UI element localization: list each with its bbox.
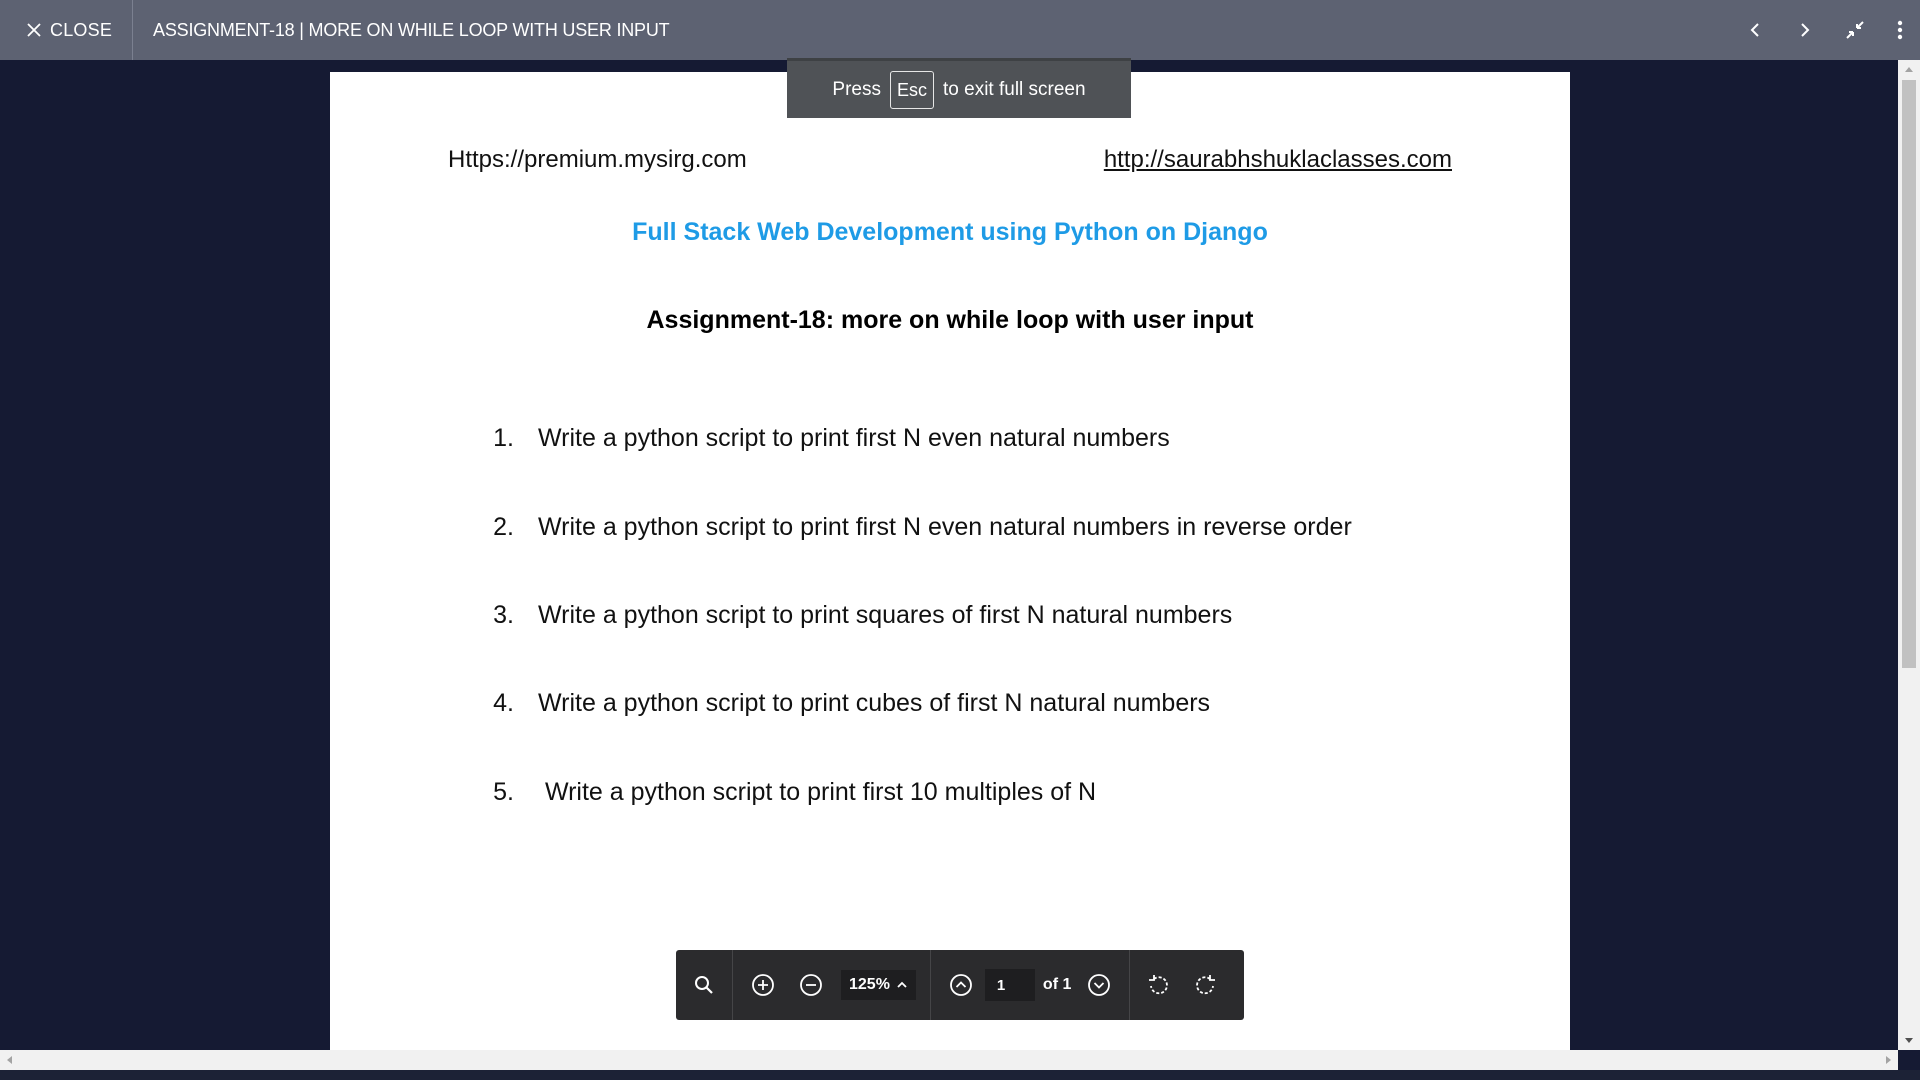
rotate-left-button[interactable]	[1134, 950, 1182, 1020]
chevron-right-icon	[1801, 23, 1810, 37]
close-button[interactable]: CLOSE	[0, 0, 134, 60]
course-title: Full Stack Web Development using Python …	[632, 218, 1268, 246]
task-item: 1. Write a python script to print first …	[470, 424, 1170, 453]
vertical-scrollbar[interactable]	[1898, 60, 1920, 1050]
chevron-left-icon	[1750, 23, 1759, 37]
task-item: 3. Write a python script to print square…	[470, 601, 1232, 630]
scroll-up-arrow[interactable]	[1905, 67, 1913, 72]
url-left: Https://premium.mysirg.com	[448, 146, 747, 173]
chevron-down-circle-icon	[1088, 974, 1111, 996]
task-number: 3.	[493, 601, 514, 629]
scroll-left-arrow[interactable]	[7, 1056, 12, 1064]
zoom-out-icon	[800, 974, 822, 996]
next-button[interactable]	[1780, 0, 1830, 60]
assignment-title: Assignment-18: more on while loop with u…	[646, 306, 1254, 334]
prev-button[interactable]	[1730, 0, 1780, 60]
vertical-scroll-thumb[interactable]	[1902, 80, 1916, 668]
fullscreen-toast: Press Esc to exit full screen	[787, 58, 1131, 118]
more-vertical-icon	[1897, 20, 1903, 40]
rotate-right-icon	[1196, 975, 1216, 995]
task-text: Write a python script to print first N e…	[538, 424, 1170, 452]
task-number: 5.	[493, 778, 514, 806]
toast-suffix-text: to exit full screen	[943, 78, 1086, 100]
toast-press-text: Press	[832, 78, 881, 100]
page-title: ASSIGNMENT-18 | MORE ON WHILE LOOP WITH …	[153, 19, 670, 40]
zoom-value: 125%	[849, 976, 890, 993]
task-item: 5. Write a python script to print first …	[470, 778, 1096, 807]
task-number: 2.	[493, 513, 514, 541]
search-icon	[695, 976, 713, 994]
rotate-right-button[interactable]	[1182, 950, 1230, 1020]
zoom-select[interactable]: 125%	[841, 970, 916, 1000]
bottom-strip	[0, 1070, 1920, 1080]
zoom-out-button[interactable]	[787, 950, 835, 1020]
page-count: of 1	[1042, 976, 1072, 993]
chevron-up-icon	[897, 981, 907, 988]
close-icon	[27, 23, 41, 37]
scroll-right-arrow[interactable]	[1886, 1056, 1891, 1064]
top-bar: CLOSE ASSIGNMENT-18 | MORE ON WHILE LOOP…	[0, 0, 1920, 60]
task-text: Write a python script to print first 10 …	[538, 778, 1097, 806]
zoom-in-icon	[752, 974, 774, 996]
chevron-up-circle-icon	[950, 974, 972, 996]
more-options-button[interactable]	[1880, 0, 1920, 60]
previous-page-button[interactable]	[937, 950, 985, 1020]
zoom-in-button[interactable]	[739, 950, 787, 1020]
esc-key-label: Esc	[889, 70, 934, 109]
task-item: 2. Write a python script to print first …	[470, 513, 1352, 542]
page-number-input[interactable]	[984, 969, 1035, 1001]
rotate-left-icon	[1149, 975, 1169, 995]
scroll-down-arrow[interactable]	[1905, 1038, 1913, 1043]
document-page: Https://premium.mysirg.com http://saurab…	[330, 72, 1570, 1050]
close-label: CLOSE	[50, 19, 113, 40]
exit-fullscreen-button[interactable]	[1830, 0, 1880, 60]
url-right-link[interactable]: http://saurabhshuklaclasses.com	[1104, 146, 1452, 174]
task-text: Write a python script to print first N e…	[538, 513, 1352, 541]
task-item: 4. Write a python script to print cubes …	[470, 689, 1210, 718]
next-page-button[interactable]	[1075, 950, 1123, 1020]
task-text: Write a python script to print cubes of …	[538, 689, 1211, 717]
task-number: 4.	[493, 689, 514, 717]
pdf-toolbar: 125% of 1	[676, 950, 1244, 1020]
horizontal-scrollbar[interactable]	[0, 1050, 1898, 1070]
task-text: Write a python script to print squares o…	[538, 601, 1233, 629]
exit-fullscreen-icon	[1846, 21, 1864, 39]
search-button[interactable]	[676, 950, 732, 1020]
task-number: 1.	[493, 424, 514, 452]
